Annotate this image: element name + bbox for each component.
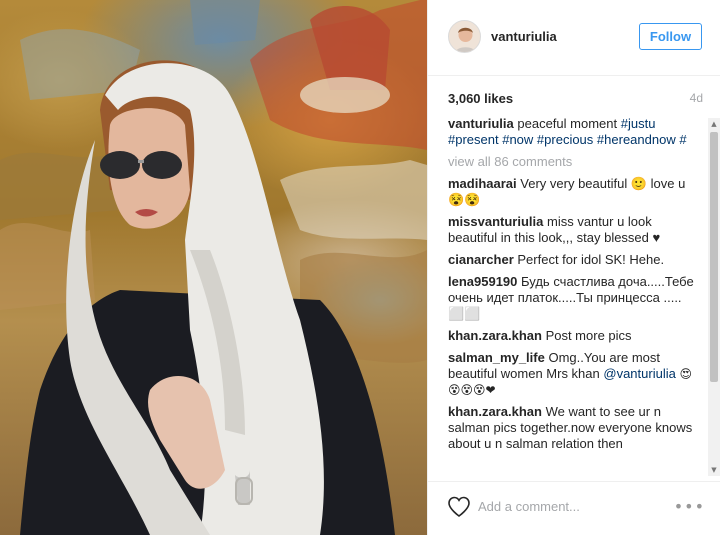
comments-scrollbar[interactable]: ▲ ▼	[708, 118, 720, 476]
view-all-comments-link[interactable]: view all 86 comments	[448, 154, 703, 170]
post-photo[interactable]	[0, 0, 427, 535]
hashtag[interactable]: #hereandnow	[597, 132, 676, 147]
comment-username[interactable]: madihaarai	[448, 176, 517, 191]
hashtag[interactable]: #now	[502, 132, 533, 147]
avatar[interactable]	[448, 20, 481, 53]
follow-button[interactable]: Follow	[639, 23, 702, 50]
scroll-up-arrow-icon[interactable]: ▲	[708, 118, 720, 130]
caption-text: peaceful moment	[517, 116, 618, 131]
comment-mention[interactable]: @vanturiulia	[603, 366, 675, 381]
add-comment-input[interactable]: Add a comment...	[478, 499, 580, 514]
comment-username[interactable]: salman_my_life	[448, 350, 545, 365]
comment-text: Perfect for idol SK! Hehe.	[517, 252, 665, 267]
comment-username[interactable]: cianarcher	[448, 252, 514, 267]
comment-item: khan.zara.khan We want to see ur n salma…	[448, 404, 703, 452]
hashtag[interactable]: #present	[448, 132, 499, 147]
comment-item: lena959190 Будь счастлива доча.....Тебе …	[448, 274, 703, 322]
comment-footer: Add a comment... •••	[428, 481, 720, 535]
scroll-thumb[interactable]	[710, 132, 718, 382]
hashtag[interactable]: #justu	[621, 116, 656, 131]
caption: vanturiulia peaceful moment #justu #pres…	[448, 116, 703, 148]
post-username[interactable]: vanturiulia	[491, 29, 557, 44]
post-age[interactable]: 4d	[690, 91, 703, 105]
post-header: vanturiulia Follow	[428, 0, 720, 76]
photo-illustration	[0, 0, 427, 535]
avatar-image	[449, 21, 480, 52]
post-side-panel: vanturiulia Follow 3,060 likes 4d vantur…	[427, 0, 720, 535]
hashtag[interactable]: #	[679, 132, 686, 147]
more-options-icon[interactable]: •••	[674, 497, 705, 516]
comment-username[interactable]: khan.zara.khan	[448, 404, 542, 419]
comment-item: madihaarai Very very beautiful 🙂 love u …	[448, 176, 703, 208]
comments-list: vanturiulia peaceful moment #justu #pres…	[448, 116, 703, 474]
likes-count[interactable]: 3,060 likes	[448, 91, 513, 106]
comment-text: Post more pics	[545, 328, 632, 343]
comment-username[interactable]: khan.zara.khan	[448, 328, 542, 343]
comment-item: khan.zara.khan Post more pics	[448, 328, 703, 344]
hashtag[interactable]: #precious	[537, 132, 593, 147]
comment-item: salman_my_life Omg..You are most beautif…	[448, 350, 703, 398]
comment-item: cianarcher Perfect for idol SK! Hehe.	[448, 252, 703, 268]
comment-username[interactable]: missvanturiulia	[448, 214, 543, 229]
comment-item: missvanturiulia miss vantur u look beaut…	[448, 214, 703, 246]
comment-username[interactable]: lena959190	[448, 274, 517, 289]
caption-username[interactable]: vanturiulia	[448, 116, 514, 131]
heart-icon[interactable]	[447, 496, 471, 518]
scroll-down-arrow-icon[interactable]: ▼	[708, 464, 720, 476]
